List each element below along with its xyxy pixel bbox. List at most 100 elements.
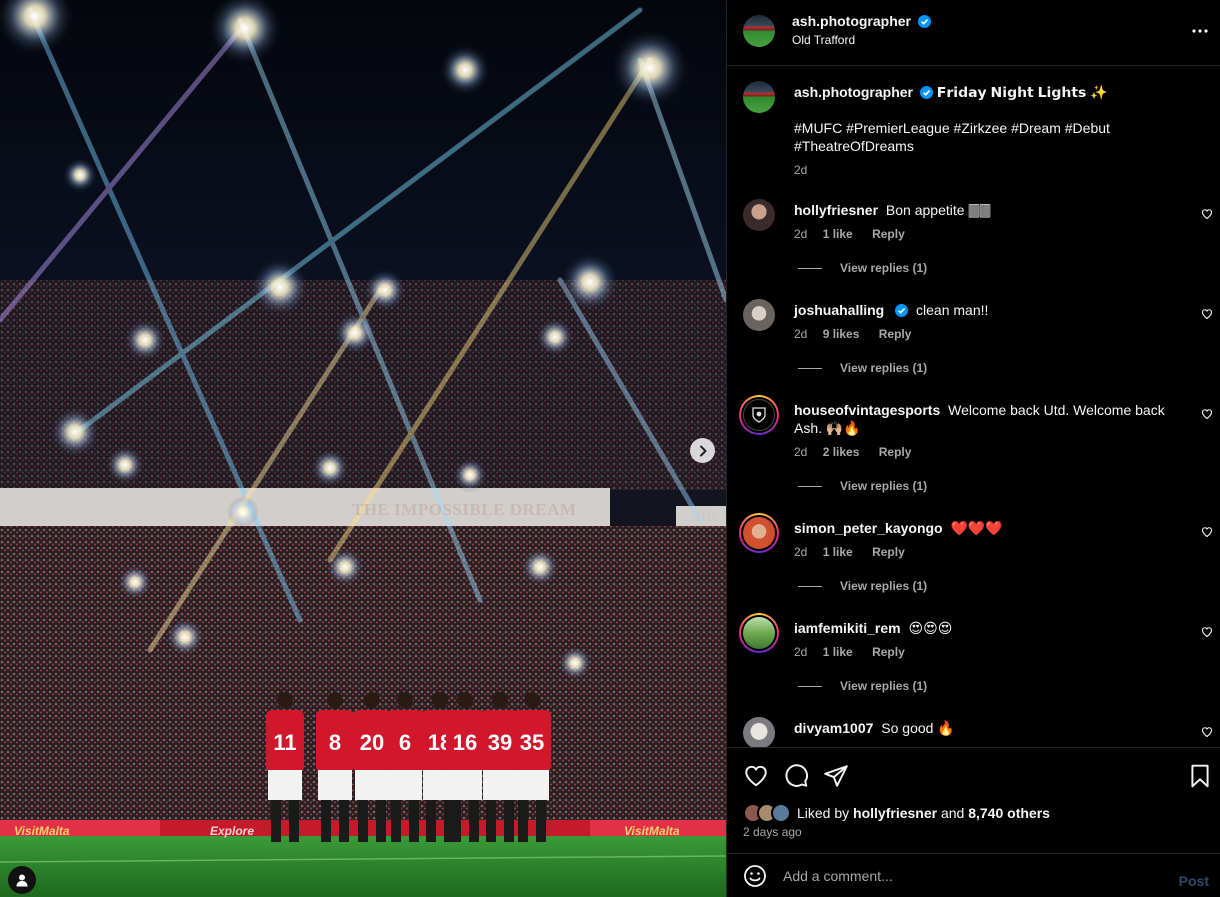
comment-likes[interactable]: 9 likes: [823, 327, 860, 341]
reply-button[interactable]: Reply: [872, 645, 905, 659]
view-replies-label: View replies (1): [840, 361, 928, 375]
liked-by-user[interactable]: hollyfriesner: [853, 805, 937, 821]
view-replies-label: View replies (1): [840, 479, 928, 493]
heart-icon: [1201, 727, 1213, 738]
commenter-avatar[interactable]: [743, 717, 775, 747]
heart-icon: [1201, 409, 1213, 420]
tagged-people-button[interactable]: [8, 866, 36, 894]
commenter-username[interactable]: simon_peter_kayongo: [794, 520, 943, 536]
reply-button[interactable]: Reply: [872, 545, 905, 559]
shirt-number: 20: [360, 730, 384, 755]
comment-item: simon_peter_kayongo ❤️❤️❤️ 2d 1 like Rep…: [739, 513, 1213, 617]
liked-by-others[interactable]: 8,740 others: [968, 805, 1050, 821]
profile-photo: [743, 617, 775, 649]
post-panel: ash.photographer Old Trafford ash.photog…: [726, 0, 1220, 897]
verified-badge-icon: [919, 86, 933, 99]
like-comment-button[interactable]: [1201, 207, 1213, 225]
commenter-avatar[interactable]: [743, 299, 775, 331]
caption-avatar[interactable]: [743, 81, 775, 113]
comment-item: joshuahalling clean man!! 2d 9 likes Rep…: [743, 299, 1213, 399]
commenter-username[interactable]: divyam1007: [794, 720, 873, 736]
liked-by-prefix: Liked by: [797, 805, 854, 821]
liked-by-text[interactable]: Liked by hollyfriesner and 8,740 others: [797, 805, 1050, 821]
post-media[interactable]: 11 8 20 6 18 16 39 35 THE IMPOSSIBLE DREAM SIR …: [0, 0, 726, 897]
heart-icon: [1201, 309, 1213, 320]
heart-icon: [1201, 527, 1213, 538]
like-comment-button[interactable]: [1201, 307, 1213, 325]
comment-time: 2d: [794, 545, 808, 559]
view-replies-button[interactable]: View replies (1): [798, 479, 927, 493]
comment-text: So good 🔥: [881, 720, 955, 736]
comment-likes[interactable]: 1 like: [823, 645, 853, 659]
commenter-username[interactable]: iamfemikiti_rem: [794, 620, 901, 636]
view-replies-label: View replies (1): [840, 261, 928, 275]
post-actions: Liked by hollyfriesner and 8,740 others …: [727, 747, 1220, 853]
view-replies-button[interactable]: View replies (1): [798, 261, 927, 275]
share-button[interactable]: [823, 763, 849, 794]
emoji-picker-button[interactable]: [743, 864, 767, 893]
commenter-avatar[interactable]: [739, 513, 779, 553]
comment-time: 2d: [794, 227, 808, 241]
player-figure: 35: [513, 692, 551, 842]
caption-time: 2d: [794, 163, 808, 177]
caption-hashtags[interactable]: #MUFC #PremierLeague #Zirkzee #Dream #De…: [794, 119, 1194, 155]
view-replies-button[interactable]: View replies (1): [798, 361, 927, 375]
liked-by-middle: and: [937, 805, 969, 821]
commenter-avatar[interactable]: [739, 395, 779, 435]
commenter-username[interactable]: houseofvintagesports: [794, 402, 940, 418]
more-options-button[interactable]: [1191, 22, 1209, 45]
comment-button[interactable]: [783, 763, 809, 794]
caption-username[interactable]: ash.photographer: [794, 84, 913, 100]
save-button[interactable]: [1187, 763, 1213, 794]
comment-time: 2d: [794, 645, 808, 659]
like-button[interactable]: [743, 763, 769, 794]
players-group: 11 8 20 6 18 16 39 35: [266, 692, 551, 842]
commenter-avatar[interactable]: [739, 613, 779, 653]
like-comment-button[interactable]: [1201, 525, 1213, 543]
comment-likes[interactable]: 1 like: [823, 545, 853, 559]
chevron-right-icon: [699, 445, 706, 456]
comment-input[interactable]: [783, 865, 1163, 887]
commenter-username[interactable]: hollyfriesner: [794, 202, 878, 218]
author-avatar[interactable]: [743, 15, 775, 47]
crest-icon: [752, 407, 766, 423]
commenter-username[interactable]: joshuahalling: [794, 302, 884, 318]
comment-text: clean man!!: [916, 302, 989, 318]
comment-item: hollyfriesner Bon appetite 🀫🀫 2d 1 like …: [743, 199, 1213, 299]
shirt-number: 6: [399, 730, 411, 755]
next-slide-button[interactable]: [690, 438, 715, 463]
comment-item: houseofvintagesports Welcome back Utd. W…: [739, 395, 1213, 519]
comment-likes[interactable]: 2 likes: [823, 445, 860, 459]
comments-list[interactable]: ash.photographer 𝗙𝗿𝗶𝗱𝗮𝘆 𝗡𝗶𝗴𝗵𝘁 𝗟𝗶𝗴𝗵𝘁𝘀 ✨ #…: [727, 67, 1220, 747]
comment-item: iamfemikiti_rem 😍😍😍 2d 1 like Reply View…: [739, 613, 1213, 717]
verified-badge-icon: [918, 15, 932, 28]
comment-bubble-icon: [785, 764, 808, 787]
post-time[interactable]: 2 days ago: [743, 825, 802, 839]
post-comment-button[interactable]: Post: [1179, 873, 1209, 889]
more-horizontal-icon: [1192, 29, 1208, 33]
like-comment-button[interactable]: [1201, 725, 1213, 743]
view-replies-button[interactable]: View replies (1): [798, 679, 927, 693]
stadium-banner: THE IMPOSSIBLE DREAM: [352, 500, 577, 519]
author-username[interactable]: ash.photographer: [792, 13, 911, 29]
caption-title: 𝗙𝗿𝗶𝗱𝗮𝘆 𝗡𝗶𝗴𝗵𝘁 𝗟𝗶𝗴𝗵𝘁𝘀 ✨: [936, 84, 1108, 100]
player-figure: 16: [446, 692, 484, 842]
reply-line: [798, 367, 822, 369]
commenter-avatar[interactable]: [743, 199, 775, 231]
like-comment-button[interactable]: [1201, 407, 1213, 425]
vintage-logo-avatar: [743, 399, 775, 431]
post-location[interactable]: Old Trafford: [792, 33, 855, 47]
reply-button[interactable]: Reply: [872, 227, 905, 241]
add-comment-bar: Post: [727, 853, 1220, 897]
heart-icon: [1201, 627, 1213, 638]
view-replies-button[interactable]: View replies (1): [798, 579, 927, 593]
stadium-banner-right: SIR: [692, 509, 718, 525]
view-replies-label: View replies (1): [840, 579, 928, 593]
shirt-number: 39: [488, 730, 512, 755]
comment-likes[interactable]: 1 like: [823, 227, 853, 241]
liked-by-avatars: [743, 803, 795, 823]
reply-button[interactable]: Reply: [879, 445, 912, 459]
ad-board-mid: Explore: [210, 824, 255, 838]
reply-button[interactable]: Reply: [879, 327, 912, 341]
like-comment-button[interactable]: [1201, 625, 1213, 643]
